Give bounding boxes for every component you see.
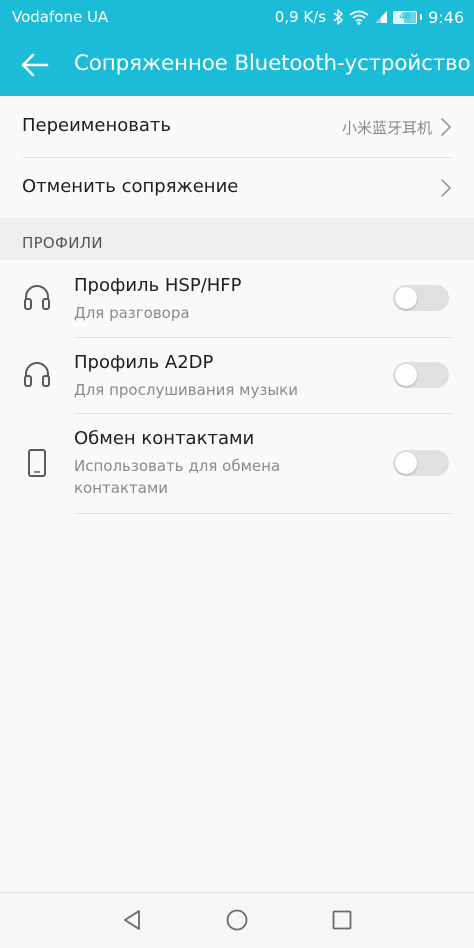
row-divider	[74, 513, 452, 514]
profile-title: Обмен контактами	[74, 428, 255, 449]
profile-item-a2dp[interactable]: Профиль A2DP Для прослушивания музыки	[0, 337, 474, 414]
rename-label: Переименовать	[22, 115, 171, 136]
hsp-hfp-toggle[interactable]	[393, 285, 449, 311]
status-indicators: 0,9 K/s 46 9:46	[275, 7, 464, 27]
chevron-right-icon	[440, 178, 452, 198]
unpair-label: Отменить сопряжение	[22, 176, 239, 197]
signal-icon	[374, 10, 388, 24]
chevron-right-icon	[440, 117, 452, 137]
phone-icon	[22, 448, 52, 478]
carrier-name: Vodafone UA	[12, 8, 109, 26]
bluetooth-icon	[332, 9, 344, 25]
wifi-icon	[349, 10, 369, 25]
toggle-knob	[395, 364, 417, 386]
back-triangle-icon[interactable]	[120, 908, 144, 932]
headphones-icon	[22, 282, 52, 312]
app-bar: Сопряженное Bluetooth-устройство	[0, 34, 474, 96]
home-circle-icon[interactable]	[225, 908, 249, 932]
profile-subtitle: Использовать для обмена контактами	[74, 457, 281, 497]
profiles-header-label: ПРОФИЛИ	[22, 234, 103, 252]
headphones-icon	[22, 359, 52, 389]
profile-title: Профиль HSP/HFP	[74, 275, 242, 296]
battery-icon: 46	[393, 10, 418, 24]
profile-subtitle: Для разговора	[74, 304, 190, 322]
recents-square-icon[interactable]	[330, 908, 354, 932]
network-speed: 0,9 K/s	[274, 8, 327, 26]
a2dp-toggle[interactable]	[393, 362, 449, 388]
profile-subtitle: Для прослушивания музыки	[74, 381, 298, 399]
page-title: Сопряженное Bluetooth-устройство	[74, 51, 471, 76]
rename-row[interactable]: Переименовать 小米蓝牙耳机	[0, 96, 474, 157]
device-options: Переименовать 小米蓝牙耳机 Отменить сопряжение	[0, 96, 474, 218]
system-nav-bar	[0, 892, 474, 948]
profile-item-hsp-hfp[interactable]: Профиль HSP/HFP Для разговора	[0, 260, 474, 337]
unpair-row[interactable]: Отменить сопряжение	[0, 157, 474, 218]
toggle-knob	[395, 452, 417, 474]
profile-item-contacts[interactable]: Обмен контактами Использовать для обмена…	[0, 413, 474, 513]
toggle-knob	[395, 287, 417, 309]
status-bar: Vodafone UA 0,9 K/s 46 9:46	[0, 0, 474, 34]
contacts-toggle[interactable]	[393, 450, 449, 476]
profile-title: Профиль A2DP	[74, 352, 214, 373]
arrow-left-icon[interactable]	[20, 50, 50, 80]
battery-tip	[420, 14, 423, 20]
clock: 9:46	[428, 7, 464, 27]
profiles-list: Профиль HSP/HFP Для разговора Профиль A2…	[0, 260, 474, 892]
network-type: 46	[399, 11, 411, 22]
profiles-section-header: ПРОФИЛИ	[0, 218, 474, 260]
device-name-value: 小米蓝牙耳机	[341, 119, 432, 137]
